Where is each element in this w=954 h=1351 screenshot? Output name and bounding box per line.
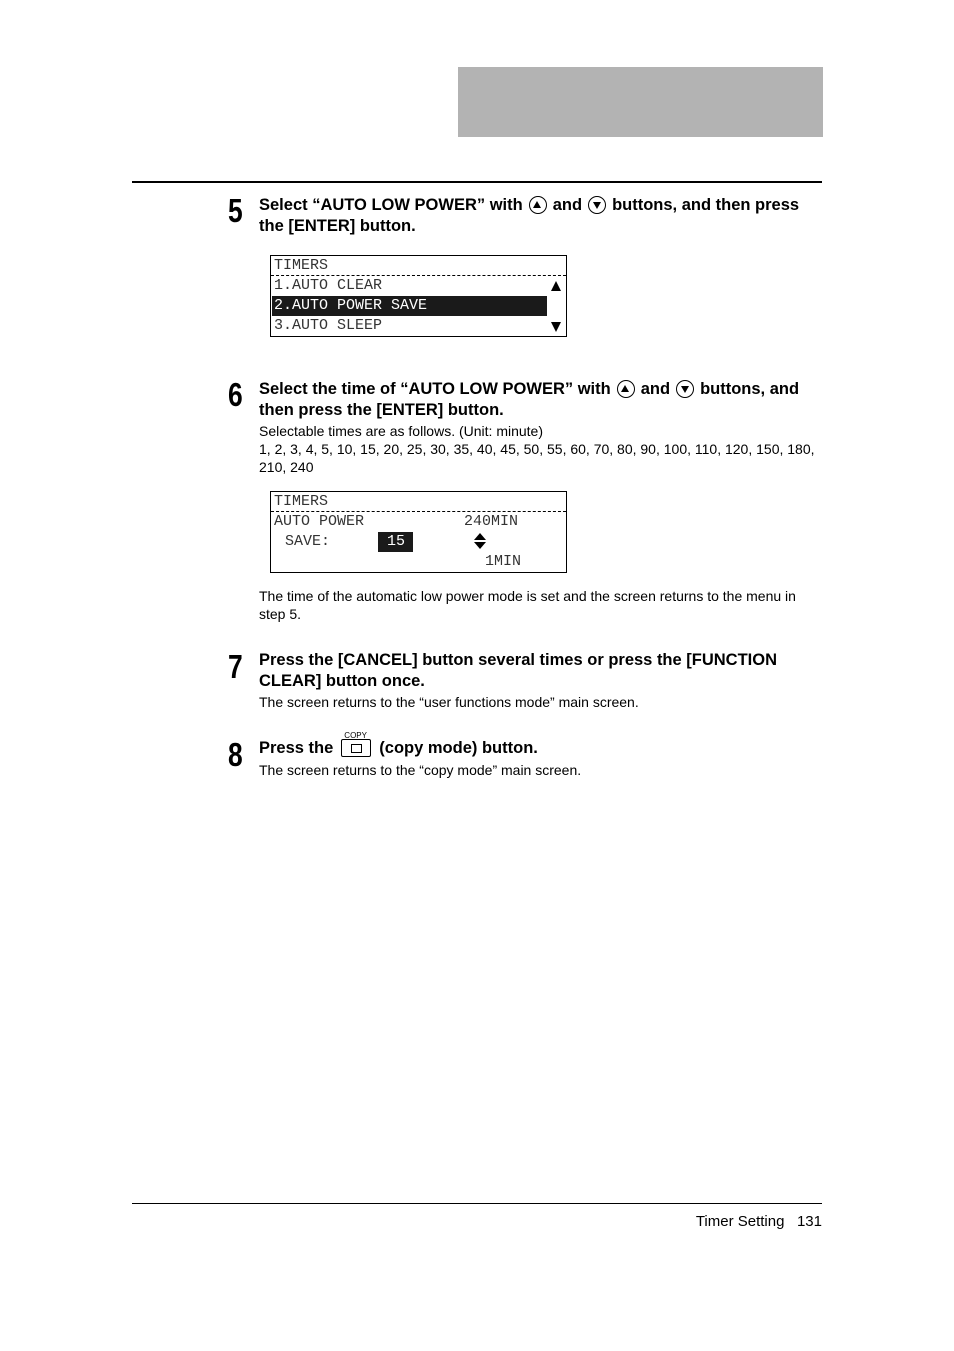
step-result: The time of the automatic low power mode… bbox=[259, 588, 796, 622]
footer: Timer Setting 131 bbox=[696, 1213, 822, 1230]
lcd-label: AUTO POWER bbox=[274, 513, 365, 530]
lcd-label: SAVE: bbox=[276, 533, 331, 550]
copy-key-icon: COPY bbox=[341, 731, 372, 757]
down-indicator-icon bbox=[474, 542, 486, 549]
step-result: The screen returns to the “copy mode” ma… bbox=[259, 762, 582, 778]
header-gray-tab bbox=[458, 67, 823, 137]
up-arrow-button-icon bbox=[528, 196, 547, 214]
lcd-menu-item: 3.AUTO SLEEP bbox=[274, 317, 383, 334]
step-result: The screen returns to the “user function… bbox=[259, 694, 639, 710]
step-note: Selectable times are as follows. (Unit: … bbox=[259, 423, 543, 439]
scroll-up-icon bbox=[551, 281, 561, 291]
lcd-auto-power-save: TIMERS AUTO POWER 240MIN SAVE: 15 1MIN bbox=[270, 491, 567, 573]
step-heading: Press the COPY (copy mode) button. bbox=[259, 731, 538, 757]
step-heading: Select “AUTO LOW POWER” with and buttons, … bbox=[259, 196, 800, 235]
up-arrow-button-icon bbox=[616, 380, 635, 398]
top-rule bbox=[132, 181, 822, 183]
lcd-menu-item: 1.AUTO CLEAR bbox=[274, 277, 383, 294]
page-number: 131 bbox=[796, 1213, 822, 1230]
footer-section: Timer Setting bbox=[695, 1213, 785, 1230]
up-indicator-icon bbox=[474, 533, 486, 540]
step-number: 7 bbox=[228, 648, 243, 685]
step-heading: Press the [CANCEL] button several times … bbox=[259, 651, 778, 690]
step-number: 5 bbox=[228, 192, 243, 229]
manual-page: 5 Select “AUTO LOW POWER” with and buttons… bbox=[0, 0, 954, 1351]
lcd-title: TIMERS bbox=[274, 257, 329, 274]
down-arrow-button-icon bbox=[676, 380, 695, 398]
step-number: 8 bbox=[228, 736, 243, 773]
lcd-min-value: 1MIN bbox=[485, 553, 522, 570]
scroll-down-icon bbox=[551, 322, 561, 332]
lcd-timers-menu: TIMERS 1.AUTO CLEAR 2.AUTO POWER SAVE 3.… bbox=[270, 255, 567, 337]
lcd-max-value: 240MIN bbox=[464, 513, 519, 530]
step-heading: Select the time of “AUTO LOW POWER” with… bbox=[259, 380, 800, 419]
lcd-menu-item-selected: 2.AUTO POWER SAVE bbox=[274, 297, 428, 314]
lcd-current-value: 15 bbox=[378, 532, 413, 552]
down-arrow-button-icon bbox=[588, 196, 607, 214]
selectable-times: 1, 2, 3, 4, 5, 10, 15, 20, 25, 30, 35, 4… bbox=[259, 441, 815, 475]
step-number: 6 bbox=[228, 376, 243, 413]
footer-rule bbox=[132, 1203, 822, 1204]
lcd-title: TIMERS bbox=[274, 493, 329, 510]
